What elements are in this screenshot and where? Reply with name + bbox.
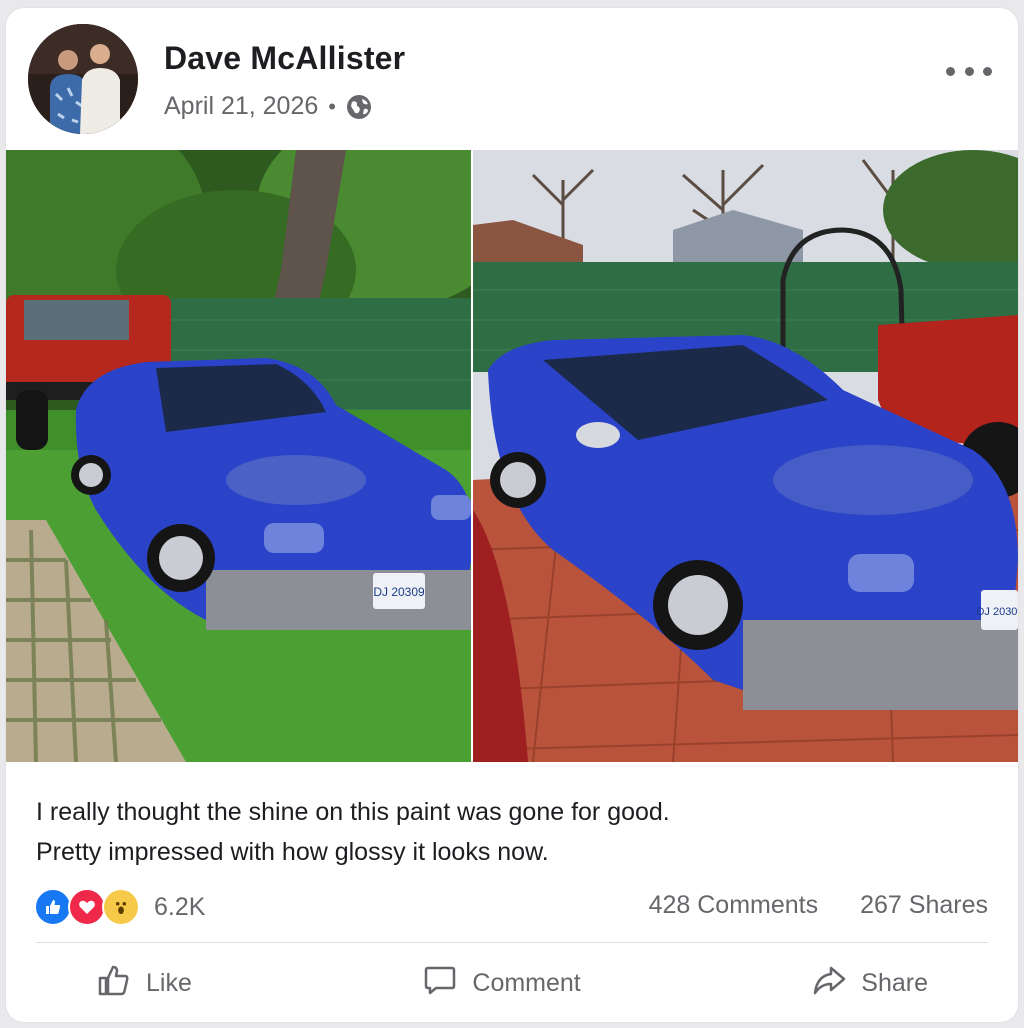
post-meta: April 21, 2026 •	[164, 92, 372, 121]
wow-icon	[102, 888, 140, 926]
meta-separator: •	[328, 93, 336, 119]
post-photo-before[interactable]: DJ 20309	[6, 150, 471, 762]
engagement-counts: 428 Comments 267 Shares	[649, 891, 988, 920]
love-icon	[68, 888, 106, 926]
post-card: Dave McAllister April 21, 2026 • DJ 2030…	[6, 8, 1018, 1022]
comment-label: Comment	[472, 968, 581, 997]
reactions-summary[interactable]: 6.2K	[34, 888, 205, 926]
shares-count[interactable]: 267 Shares	[860, 891, 988, 920]
caption-line: Pretty impressed with how glossy it look…	[36, 838, 549, 866]
share-button[interactable]: Share	[751, 958, 988, 1009]
divider	[36, 942, 988, 943]
comment-button[interactable]: Comment	[362, 958, 640, 1009]
like-button[interactable]: Like	[36, 958, 252, 1009]
caption-line: I really thought the shine on this paint…	[36, 798, 670, 826]
like-label: Like	[146, 968, 192, 997]
plate-text-before: DJ 20309	[373, 585, 425, 599]
like-icon	[34, 888, 72, 926]
action-bar: Like Comment Share	[36, 958, 988, 1008]
post-photo-after[interactable]: DJ 20309	[473, 150, 1018, 762]
share-arrow-icon	[811, 962, 847, 1005]
comments-count[interactable]: 428 Comments	[649, 891, 819, 920]
thumbs-up-icon	[96, 962, 132, 1005]
author-name[interactable]: Dave McAllister	[164, 40, 405, 77]
avatar[interactable]	[28, 24, 138, 134]
more-options-icon[interactable]	[946, 56, 992, 86]
post-date[interactable]: April 21, 2026	[164, 92, 318, 121]
reaction-count: 6.2K	[154, 892, 206, 921]
plate-text-after: DJ 20309	[976, 606, 1018, 618]
share-label: Share	[861, 968, 928, 997]
post-caption: I really thought the shine on this paint…	[36, 792, 670, 872]
speech-bubble-icon	[422, 962, 458, 1005]
globe-icon[interactable]	[346, 94, 372, 120]
